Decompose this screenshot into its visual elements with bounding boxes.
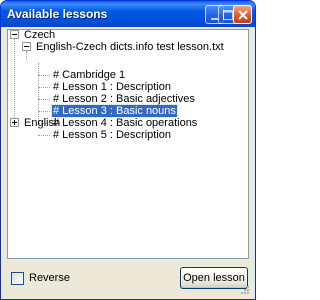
- window-title: Available lessons: [7, 7, 108, 21]
- tree-connector: [38, 63, 39, 123]
- dialog-footer: Reverse Open lesson: [4, 259, 252, 297]
- tree-connector: [38, 135, 50, 136]
- tree-node-label: English: [24, 117, 61, 129]
- close-icon: [238, 10, 248, 20]
- tree-node-label: # Lesson 4 : Basic operations: [53, 117, 198, 129]
- tree-connector: [14, 39, 15, 120]
- reverse-checkbox[interactable]: [11, 272, 24, 285]
- tree-node-cambridge-1[interactable]: # Cambridge 1: [52, 69, 126, 81]
- tree-node-label: # Lesson 1 : Description: [53, 81, 172, 93]
- tree-node-english[interactable]: English: [23, 117, 61, 129]
- tree-connector: [38, 75, 50, 76]
- collapse-czech-toggle[interactable]: [10, 30, 19, 39]
- tree-node-label: Czech: [24, 29, 56, 41]
- collapse-lesson-file-toggle[interactable]: [22, 42, 31, 51]
- close-button[interactable]: [233, 5, 252, 24]
- tree-node-label: English-Czech dicts.info test lesson.txt: [36, 41, 224, 53]
- tree-connector: [38, 87, 50, 88]
- tree-node-label: # Lesson 5 : Description: [53, 129, 172, 141]
- minus-icon: [12, 34, 17, 35]
- minus-icon: [24, 46, 29, 47]
- tree-node-lesson-3[interactable]: # Lesson 3 : Basic nouns: [51, 104, 178, 118]
- tree-connector: [26, 51, 27, 59]
- tree-node-lesson-1[interactable]: # Lesson 1 : Description: [52, 81, 172, 93]
- expand-english-toggle[interactable]: [10, 118, 19, 127]
- tree-node-label: # Lesson 2 : Basic adjectives: [53, 93, 195, 105]
- tree-node-czech[interactable]: Czech: [23, 29, 56, 41]
- tree-connector: [38, 99, 50, 100]
- tree-node-lesson-5[interactable]: # Lesson 5 : Description: [52, 129, 172, 141]
- window-client-area: Czech English-Czech dicts.info test less…: [4, 27, 252, 297]
- resize-grip-icon[interactable]: [240, 285, 250, 295]
- tree-connector: [38, 111, 50, 112]
- lesson-tree[interactable]: Czech English-Czech dicts.info test less…: [7, 29, 249, 259]
- tree-node-label: # Lesson 3 : Basic nouns: [51, 104, 178, 118]
- available-lessons-window: Available lessons Czech English-Czech di…: [0, 0, 256, 300]
- plus-icon: [12, 120, 17, 125]
- tree-node-lesson-file[interactable]: English-Czech dicts.info test lesson.txt: [35, 41, 225, 53]
- open-lesson-button[interactable]: Open lesson: [180, 267, 248, 289]
- tree-node-label: # Cambridge 1: [53, 69, 126, 81]
- tree-node-lesson-4[interactable]: # Lesson 4 : Basic operations: [52, 117, 198, 129]
- title-bar[interactable]: Available lessons: [1, 1, 255, 27]
- tree-node-lesson-2[interactable]: # Lesson 2 : Basic adjectives: [52, 93, 196, 105]
- reverse-label[interactable]: Reverse: [29, 272, 70, 285]
